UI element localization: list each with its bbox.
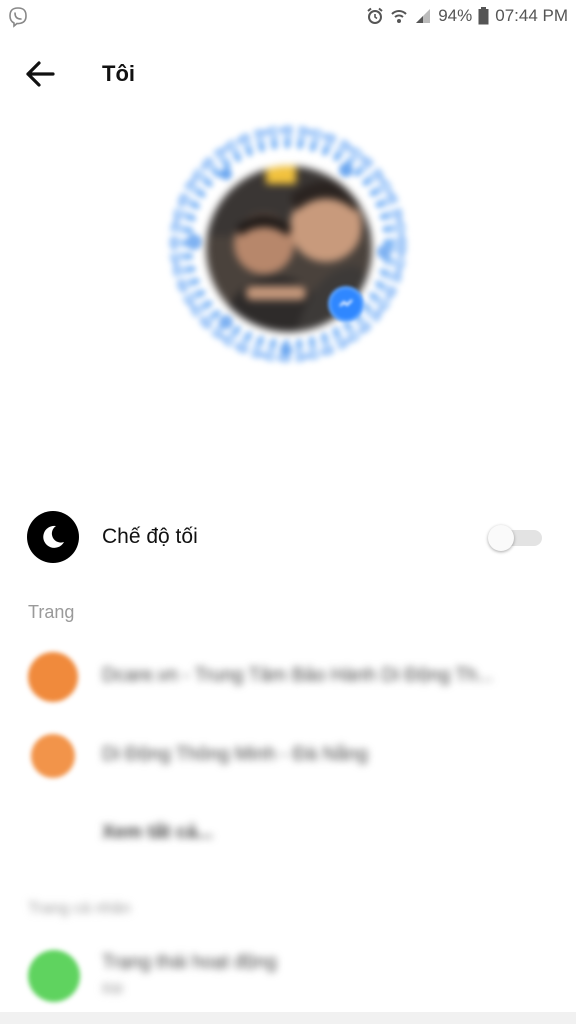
active-status-subtitle: Bật [102, 980, 124, 996]
bottom-divider [0, 1012, 576, 1024]
arrow-left-icon [26, 61, 55, 87]
page-item[interactable]: Dcare.vn - Trung Tâm Bảo Hành Di Động Th… [0, 645, 576, 709]
active-status-row[interactable]: Trạng thái hoạt động Bật [0, 942, 576, 1006]
wifi-icon [390, 7, 408, 25]
active-status-icon [28, 950, 80, 1002]
section-label-profile: Trang cá nhân [28, 900, 131, 917]
page-title: Tôi [102, 61, 135, 86]
page-name: Di Động Thông Minh - Đà Nẵng [102, 744, 368, 765]
viber-icon [8, 6, 28, 33]
see-all-link[interactable]: Xem tất cả... [102, 822, 213, 844]
battery-icon [478, 7, 489, 25]
back-button[interactable] [18, 54, 62, 94]
page-avatar [31, 734, 75, 778]
page-item[interactable]: Di Động Thông Minh - Đà Nẵng [0, 724, 576, 788]
clock: 07:44 PM [495, 6, 568, 25]
alarm-icon [366, 7, 384, 25]
status-bar: 94% 07:44 PM [0, 0, 576, 36]
dark-mode-toggle[interactable] [488, 525, 544, 551]
signal-icon [414, 7, 432, 25]
dark-mode-label: Chế độ tối [102, 525, 198, 548]
page-avatar [28, 652, 78, 702]
profile-avatar-section [166, 122, 410, 366]
section-label-pages: Trang [28, 602, 75, 622]
battery-percent: 94% [438, 6, 473, 25]
page-name: Dcare.vn - Trung Tâm Bảo Hành Di Động Th… [102, 665, 494, 686]
dark-mode-row[interactable]: Chế độ tối [0, 508, 576, 568]
app-header: Tôi [0, 40, 576, 110]
moon-icon [27, 511, 79, 563]
toggle-knob [488, 525, 514, 551]
active-status-title: Trạng thái hoạt động [102, 952, 277, 973]
messenger-badge-icon [328, 286, 364, 322]
